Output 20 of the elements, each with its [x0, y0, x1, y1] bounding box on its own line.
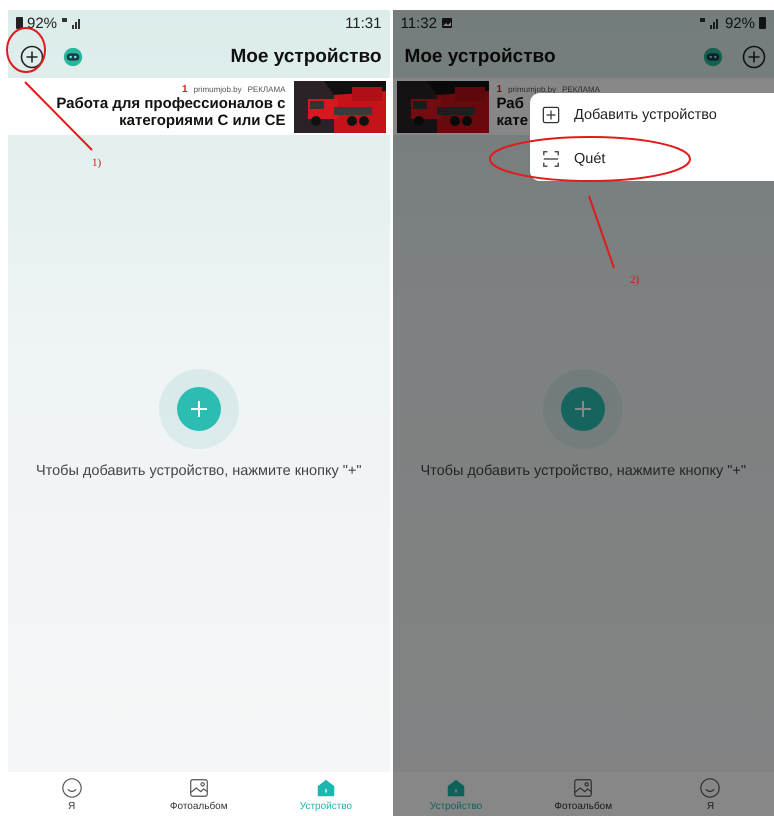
step-label: 1): [92, 157, 102, 169]
ad-headline: категориями С или CE: [119, 112, 286, 129]
page-title: Мое устройство: [229, 46, 382, 68]
ad-headline: Работа для профессионалов с: [56, 95, 286, 112]
ad-label: РЕКЛАМА: [562, 85, 600, 94]
ad-headline: кате: [496, 112, 528, 129]
ad-rank: 1: [496, 84, 502, 95]
status-time: 11:32: [400, 14, 437, 32]
status-time: 11:31: [345, 14, 382, 32]
ad-label: РЕКЛАМА: [248, 85, 286, 94]
step-label: 2): [630, 274, 640, 286]
empty-hint: Чтобы добавить устройство, нажмите кнопку "+": [36, 462, 362, 478]
page-title: Мое устройство: [404, 46, 557, 68]
ad-rank: 1: [182, 84, 188, 95]
ad-headline: Раб: [496, 95, 524, 112]
empty-hint: Чтобы добавить устройство, нажмите кнопку "+": [420, 462, 746, 478]
battery-level: 92%: [27, 14, 58, 32]
ad-domain: primumjob.by: [508, 85, 556, 94]
battery-level: 92%: [724, 14, 755, 32]
ad-domain: primumjob.by: [194, 85, 242, 94]
